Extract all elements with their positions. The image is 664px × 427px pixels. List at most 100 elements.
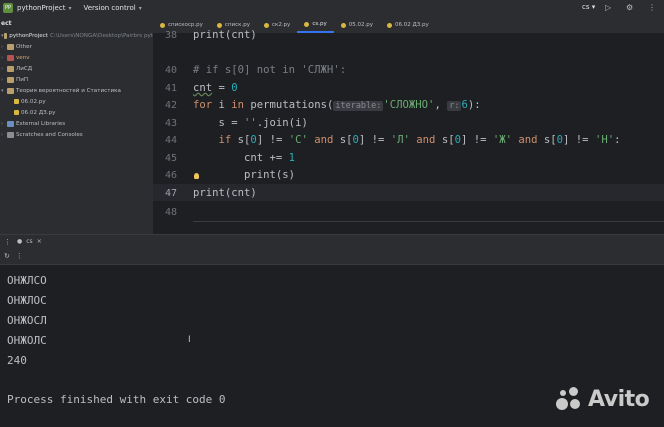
project-badge[interactable]: PP	[3, 3, 13, 13]
tree-item-pip[interactable]: › ПиП	[0, 74, 153, 85]
run-tab-more-icon[interactable]: ⋮	[4, 238, 11, 246]
folder-icon	[7, 65, 14, 72]
code-token: ] !=	[563, 134, 595, 146]
tree-item-label: ПиП	[16, 76, 29, 83]
console-line: ОНЖЛСО	[7, 274, 47, 287]
tree-item-external-libraries[interactable]: › External Libraries	[0, 118, 153, 129]
line-number: 47	[164, 188, 177, 199]
more-icon[interactable]: ⋮	[648, 3, 656, 12]
code-token: ,	[434, 99, 448, 111]
rerun-icon[interactable]: ↻	[4, 252, 10, 260]
line-number: 44	[164, 135, 177, 146]
code-line: print(s)	[193, 169, 296, 181]
code-line: if s[0] != 'С' and s[0] != 'Л' and s[0] …	[193, 134, 621, 146]
tree-item-root[interactable]: ▾ pythonProject C:\Users\NONGA\Desktop\Pai…	[0, 30, 153, 41]
code-line: print(cnt)	[193, 29, 257, 41]
run-config-selector[interactable]: cs ▾	[582, 3, 595, 11]
tab-cs[interactable]: cs.py	[297, 17, 334, 33]
scratches-icon	[7, 131, 14, 138]
tree-item-other[interactable]: › Other	[0, 41, 153, 52]
python-file-icon	[14, 110, 19, 115]
line-gutter: 38 40 41 42 43 44 45 46 47 48	[153, 30, 183, 234]
code-line-comment: # if s[0] not in 'СЛЖН':	[193, 64, 347, 76]
avito-watermark: Avito	[556, 386, 650, 412]
folder-icon	[7, 76, 14, 83]
python-file-icon	[386, 22, 392, 28]
code-token: if	[193, 134, 232, 146]
tree-item-label: pythonProject	[9, 32, 48, 39]
project-panel-header[interactable]: ect	[0, 16, 153, 30]
code-line: s = ''.join(i)	[193, 117, 308, 129]
debug-icon[interactable]: ⚙	[626, 3, 633, 12]
tab-sk2[interactable]: ск2.py	[257, 17, 297, 33]
line-number: 38	[164, 30, 177, 41]
tree-item-label: 06.02 ДЗ.py	[21, 109, 56, 116]
tab-label: ск2.py	[271, 22, 291, 28]
python-file-icon: ●	[17, 238, 23, 245]
line-number: 41	[164, 83, 177, 94]
close-icon[interactable]: ×	[37, 238, 42, 245]
console-line: Process finished with exit code 0	[7, 393, 226, 406]
console-line: ОНЖЛОС	[7, 294, 47, 307]
line-number: 40	[164, 65, 177, 76]
tab-label: cs.py	[312, 21, 327, 27]
code-token: s[	[333, 134, 353, 146]
parameter-hint: r:	[447, 101, 462, 111]
vcs-menu[interactable]: Version control	[83, 4, 135, 12]
code-token: cnt	[193, 82, 213, 94]
code-token: 'С'	[288, 134, 308, 146]
code-token: ] !=	[358, 134, 391, 146]
chevron-down-icon[interactable]: ▾	[68, 5, 71, 12]
code-token: and	[512, 134, 538, 146]
code-token: 1	[288, 152, 296, 164]
tree-item-file[interactable]: 06.02 ДЗ.py	[0, 107, 153, 118]
code-token: ):	[467, 99, 481, 111]
tab-0502[interactable]: 05.02.py	[334, 17, 380, 33]
code-line: for i in permutations(iterable: 'СЛОЖНО',…	[193, 99, 481, 111]
tab-0602-dz[interactable]: 06.02 ДЗ.py	[380, 17, 436, 33]
code-token: 'Л'	[390, 134, 410, 146]
tree-item-label: Scratches and Consoles	[16, 131, 83, 138]
run-config-label: cs	[582, 3, 590, 11]
code-token: in	[231, 99, 245, 111]
code-token: ] !=	[460, 134, 493, 146]
console-line: ОНЖОСЛ	[7, 314, 47, 327]
avito-watermark-text: Avito	[588, 386, 650, 412]
code-token: cnt +=	[193, 152, 289, 164]
run-icon[interactable]: ▷	[605, 3, 611, 12]
tree-item-file[interactable]: 06.02.py	[0, 96, 153, 107]
project-name[interactable]: pythonProject	[17, 4, 65, 12]
tree-item-theory[interactable]: ▾ Теория вероятностей и Статистика	[0, 85, 153, 96]
tab-label: списк.py	[224, 22, 250, 28]
tree-item-path: C:\Users\NONGA\Desktop\Pairbrs pyt	[50, 32, 153, 39]
tab-label: 06.02 ДЗ.py	[394, 22, 429, 28]
folder-icon	[7, 87, 14, 94]
folder-icon	[7, 43, 14, 50]
tab-label: 05.02.py	[348, 22, 373, 28]
code-line: cnt = 0	[193, 82, 238, 94]
folder-icon	[7, 54, 14, 61]
tree-item-lisd[interactable]: › ЛиСД	[0, 63, 153, 74]
more-icon[interactable]: ⋮	[16, 252, 23, 260]
run-toolbar: ↻ ⋮	[0, 247, 664, 265]
code-token: for	[193, 99, 213, 111]
code-token: 'Ж'	[492, 134, 512, 146]
run-tab-cs[interactable]: cs	[26, 238, 32, 245]
code-token: and	[307, 134, 334, 146]
python-file-icon	[263, 22, 269, 28]
tree-item-label: ЛиСД	[16, 65, 33, 72]
folder-icon	[3, 32, 8, 39]
python-file-icon	[304, 21, 310, 27]
code-line: cnt += 1	[193, 152, 295, 164]
avito-logo-icon	[556, 386, 584, 412]
tree-item-venv[interactable]: › venv	[0, 52, 153, 63]
chevron-down-icon[interactable]: ▾	[139, 5, 142, 12]
parameter-hint: iterable:	[333, 101, 384, 111]
run-panel-header: ⋮ ● cs ×	[0, 234, 664, 248]
tree-item-scratches[interactable]: › Scratches and Consoles	[0, 129, 153, 140]
code-editor[interactable]: 38 40 41 42 43 44 45 46 47 48 print(cnt)…	[153, 29, 664, 234]
tree-item-label: 06.02.py	[21, 98, 46, 105]
project-panel: ect ▾ pythonProject C:\Users\NONGA\Desktop…	[0, 16, 153, 234]
code-token: s[	[537, 134, 557, 146]
code-token: permutations(	[244, 99, 334, 111]
